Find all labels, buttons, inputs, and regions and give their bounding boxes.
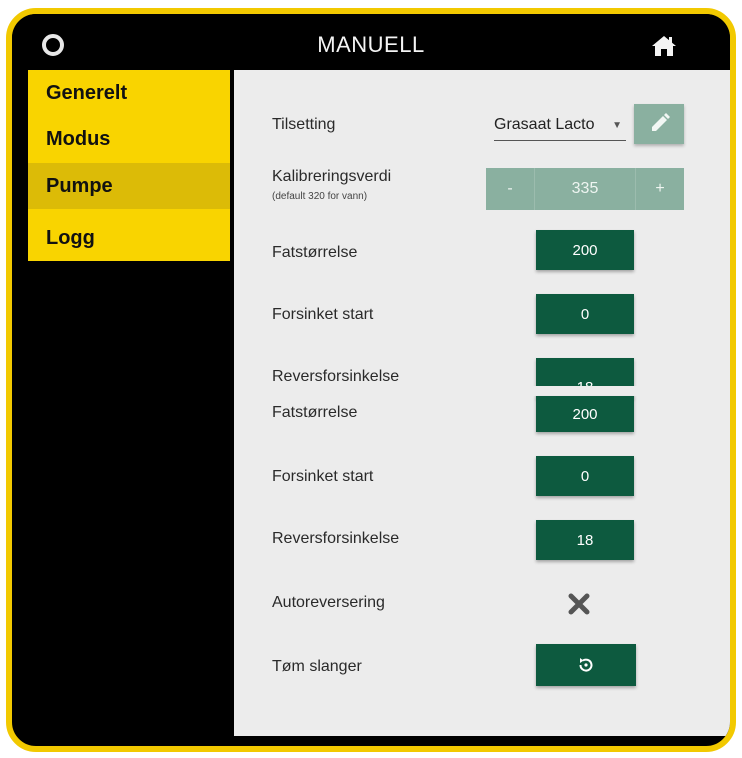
reversforsinkelse-label: Reversforsinkelse (272, 368, 400, 385)
fatstorrelse-input[interactable]: 200 (536, 396, 634, 432)
top-bar: MANUELL (12, 14, 730, 76)
fatstorrelse-label: Fatstørrelse (272, 404, 358, 421)
autoreversering-label: Autoreversering (272, 594, 385, 611)
fatstorrelse-input[interactable]: 200 (536, 230, 634, 270)
sidebar-item-label: Modus (46, 127, 111, 150)
sidebar-item-generelt[interactable]: Generelt (28, 70, 230, 116)
tom-slanger-label: Tøm slanger (272, 658, 362, 675)
app-frame: MANUELL Generelt Modus Pumpe Logg Tilset… (6, 8, 736, 752)
settings-panel: Tilsetting Grasaat Lacto ▼ Kalibreringsv… (234, 70, 730, 736)
forsinket-start-input[interactable]: 0 (536, 294, 634, 334)
close-icon[interactable] (568, 593, 590, 615)
sidebar: Generelt Modus Pumpe Logg (28, 70, 230, 261)
sidebar-item-pumpe[interactable]: Pumpe (28, 163, 230, 209)
reversforsinkelse-input[interactable]: 18 (536, 520, 634, 560)
kalibrering-value[interactable]: 335 (534, 168, 636, 210)
page-title: MANUELL (317, 32, 425, 57)
tilsetting-value: Grasaat Lacto (494, 116, 595, 133)
forsinket-start-label: Forsinket start (272, 306, 374, 323)
home-icon[interactable] (650, 34, 678, 58)
dropdown-arrow-icon: ▼ (612, 120, 622, 131)
increment-button[interactable]: + (636, 168, 684, 210)
tilsetting-select[interactable]: Grasaat Lacto ▼ (494, 114, 626, 141)
tom-slanger-button[interactable] (536, 644, 636, 686)
edit-tilsetting-button[interactable] (634, 104, 684, 144)
tilsetting-label: Tilsetting (272, 116, 336, 133)
pencil-icon (652, 113, 670, 131)
forsinket-start-input[interactable]: 0 (536, 456, 634, 496)
restore-icon (579, 658, 593, 672)
fatstorrelse-label: Fatstørrelse (272, 244, 358, 261)
sidebar-item-logg[interactable]: Logg (28, 215, 230, 261)
sidebar-item-label: Generelt (46, 81, 128, 104)
divider (234, 386, 730, 396)
kalibrering-note: (default 320 for vann) (272, 191, 368, 202)
reversforsinkelse-label: Reversforsinkelse (272, 530, 400, 547)
kalibrering-label: Kalibreringsverdi (272, 168, 392, 185)
forsinket-start-label: Forsinket start (272, 468, 374, 485)
sidebar-item-modus[interactable]: Modus (28, 116, 230, 162)
sidebar-item-label: Logg (46, 226, 95, 249)
decrement-button[interactable]: - (486, 168, 534, 210)
kalibrering-stepper: - 335 + (486, 168, 684, 210)
sidebar-item-label: Pumpe (46, 174, 113, 197)
